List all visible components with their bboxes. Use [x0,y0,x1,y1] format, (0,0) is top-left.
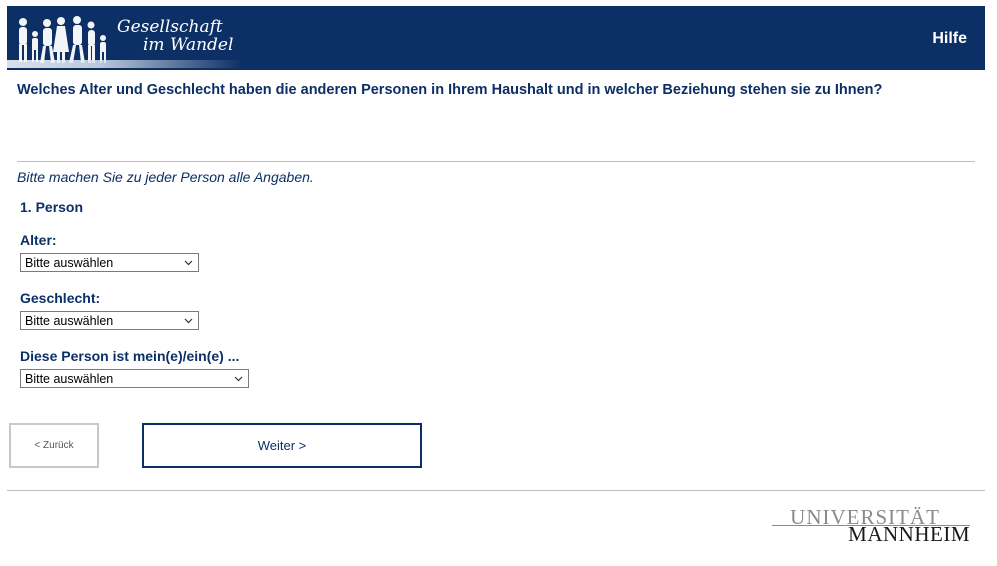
back-button[interactable]: < Zurück [9,423,99,468]
header-bar: Gesellschaft im Wandel Hilfe [7,6,985,70]
logo-text-line2: im Wandel [143,35,234,55]
university-mannheim-logo: UNIVERSITÄT MANNHEIM [770,505,970,546]
person-heading: 1. Person [20,199,84,215]
age-label: Alter: [20,232,57,248]
help-link[interactable]: Hilfe [932,30,967,48]
gender-label: Geschlecht: [20,290,101,306]
question-divider [17,161,975,162]
age-select-value: Bitte auswählen [25,256,114,270]
survey-page: Gesellschaft im Wandel Hilfe Welches Alt… [0,0,997,566]
chevron-down-icon [184,318,193,324]
question-text: Welches Alter und Geschlecht haben die a… [17,82,883,98]
instruction-text: Bitte machen Sie zu jeder Person alle An… [17,169,314,185]
gesellschaft-im-wandel-logo: Gesellschaft im Wandel [7,6,247,70]
relationship-select[interactable]: Bitte auswählen [20,369,249,388]
footer-divider [7,490,985,491]
logo-fade-stripe [7,60,242,68]
relationship-select-value: Bitte auswählen [25,372,114,386]
chevron-down-icon [184,260,193,266]
next-button[interactable]: Weiter > [142,423,422,468]
logo-text-line1: Gesellschaft [117,17,223,37]
chevron-down-icon [234,376,243,382]
gender-select-value: Bitte auswählen [25,314,114,328]
age-select[interactable]: Bitte auswählen [20,253,199,272]
gender-select[interactable]: Bitte auswählen [20,311,199,330]
university-logo-line2: MANNHEIM [848,522,970,546]
relationship-label: Diese Person ist mein(e)/ein(e) ... [20,348,240,364]
